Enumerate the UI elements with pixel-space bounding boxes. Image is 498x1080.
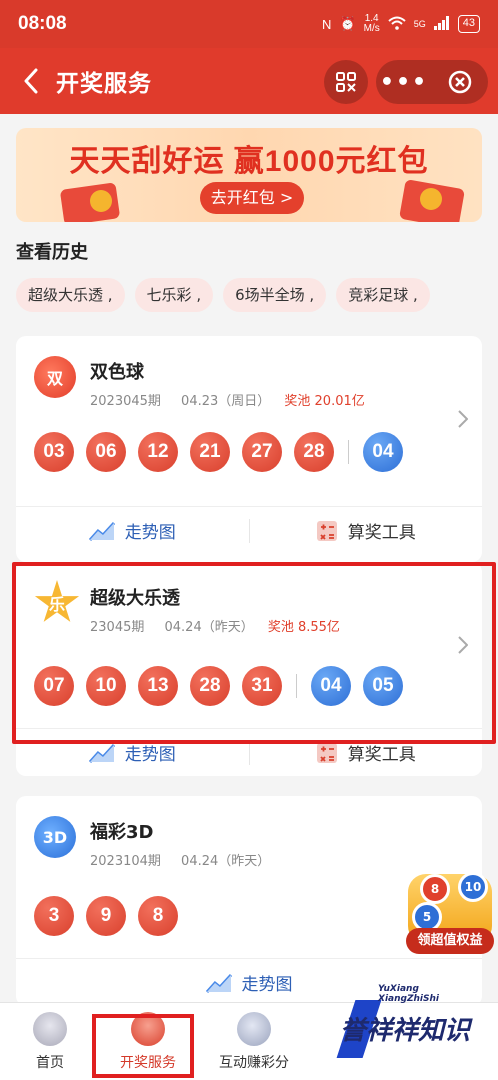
status-icons: N ⏰ 1.4 M/s 5G 43 <box>322 14 480 34</box>
badge-ball: 8 <box>420 874 450 904</box>
status-bar: 08:08 N ⏰ 1.4 M/s 5G 43 <box>0 0 498 48</box>
back-button[interactable] <box>6 48 56 114</box>
red-ball: 3 <box>34 896 74 936</box>
tab-earn-points[interactable]: 互动赚彩分 <box>196 1003 312 1080</box>
red-ball: 21 <box>190 432 230 472</box>
trend-chart-icon <box>205 973 232 993</box>
trend-chart-button[interactable]: 走势图 <box>16 518 249 543</box>
benefits-float-badge[interactable]: 8 10 5 领超值权益 <box>404 868 496 960</box>
red-ball: 03 <box>34 432 74 472</box>
ssq-logo-icon: 双 <box>34 356 76 398</box>
lottery-info: 2023104期 04.24（昨天） <box>90 850 270 869</box>
home-icon <box>33 1012 67 1046</box>
coin-image <box>90 190 112 212</box>
ball-separator <box>348 440 349 464</box>
history-chip-jczq[interactable]: 竞彩足球 , <box>336 278 430 312</box>
calculator-icon <box>316 520 337 541</box>
wifi-icon <box>388 16 406 33</box>
blue-ball: 04 <box>363 432 403 472</box>
scan-icon <box>336 72 356 92</box>
red-ball: 9 <box>86 896 126 936</box>
draw-numbers: 03 06 12 21 27 28 04 <box>34 432 403 472</box>
lottery-period: 2023104期 <box>90 854 161 869</box>
lottery-date: 04.24（昨天） <box>181 854 271 869</box>
status-time: 08:08 <box>18 13 67 34</box>
calculator-icon <box>316 742 337 763</box>
history-chip-qlc[interactable]: 七乐彩 , <box>134 278 214 312</box>
coin-image <box>420 188 442 210</box>
badge-ball: 10 <box>458 872 488 902</box>
navbar: 开奖服务 ••• <box>0 48 498 114</box>
lottery-info: 2023045期 04.23（周日） 奖池 20.01亿 <box>90 390 365 409</box>
history-chip-dlt[interactable]: 超级大乐透 , <box>16 278 125 312</box>
more-button[interactable]: ••• <box>376 60 432 104</box>
card-actions: 走势图 算奖工具 <box>16 506 482 554</box>
red-ball: 12 <box>138 432 178 472</box>
lottery-date: 04.23（周日） <box>181 394 271 409</box>
red-ball: 06 <box>86 432 126 472</box>
network-speed: 1.4 M/s <box>363 13 380 34</box>
highlight-box <box>12 562 496 744</box>
lottery-name: 双色球 <box>90 362 144 383</box>
chevron-right-icon[interactable] <box>458 410 468 428</box>
lottery-card-ssq[interactable]: 双 双色球 2023045期 04.23（周日） 奖池 20.01亿 03 06… <box>16 336 482 562</box>
prize-calculator-button[interactable]: 算奖工具 <box>250 518 483 543</box>
page-title: 开奖服务 <box>56 70 152 96</box>
lottery-period: 2023045期 <box>90 394 161 409</box>
nfc-icon: N <box>322 16 332 32</box>
earn-points-icon <box>237 1012 271 1046</box>
close-icon <box>448 70 472 94</box>
scan-button[interactable] <box>324 60 368 104</box>
history-title: 查看历史 <box>16 242 88 263</box>
history-chip-6cbqc[interactable]: 6场半全场 , <box>223 278 327 312</box>
banner-title: 天天刮好运 赢1000元红包 <box>69 145 429 178</box>
draw-numbers: 3 9 8 <box>34 896 178 936</box>
lottery-pool: 奖池 20.01亿 <box>284 394 365 409</box>
network-type: 5G <box>413 19 426 29</box>
red-ball: 8 <box>138 896 178 936</box>
close-button[interactable] <box>432 60 488 104</box>
mini-program-capsule: ••• <box>376 60 488 104</box>
trend-chart-icon <box>88 743 115 763</box>
watermark-logo: YuXiang XiangZhiShi 誉祥祥知识 <box>336 984 498 1070</box>
battery-indicator: 43 <box>457 15 480 33</box>
alarm-icon: ⏰ <box>339 16 356 31</box>
more-icon: ••• <box>379 69 429 95</box>
watermark-cn: 誉祥祥知识 <box>340 1016 471 1046</box>
red-ball: 27 <box>242 432 282 472</box>
highlight-box <box>92 1014 194 1078</box>
badge-label: 领超值权益 <box>406 928 494 954</box>
back-arrow-icon <box>24 68 38 94</box>
watermark-en: YuXiang XiangZhiShi <box>378 984 439 1004</box>
promo-banner[interactable]: 天天刮好运 赢1000元红包 去开红包 > <box>16 128 482 222</box>
trend-chart-icon <box>88 521 115 541</box>
history-chips: 超级大乐透 , 七乐彩 , 6场半全场 , 竞彩足球 , <box>16 278 430 312</box>
fc3d-logo-icon: 3D <box>34 816 76 858</box>
red-ball: 28 <box>294 432 334 472</box>
lottery-name: 福彩3D <box>90 822 154 843</box>
tab-home[interactable]: 首页 <box>0 1003 100 1080</box>
open-red-envelope-button[interactable]: 去开红包 > <box>200 182 304 214</box>
signal-icon <box>433 15 450 33</box>
